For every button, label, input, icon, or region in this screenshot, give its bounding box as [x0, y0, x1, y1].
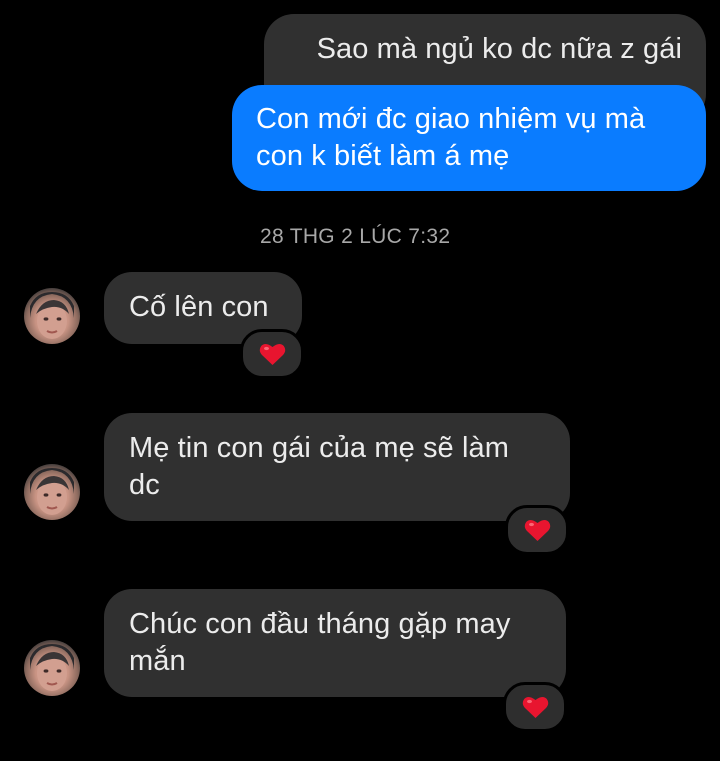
incoming-message-bubble[interactable]: Chúc con đầu tháng gặp may mắn — [104, 589, 566, 697]
incoming-message-bubble[interactable]: Mẹ tin con gái của mẹ sẽ làm dc — [104, 413, 570, 521]
message-reaction[interactable] — [503, 682, 567, 732]
outgoing-message-bubble[interactable]: Con mới đc giao nhiệm vụ mà con k biết l… — [232, 85, 706, 191]
heart-icon — [259, 343, 285, 365]
sender-avatar[interactable] — [24, 464, 80, 520]
avatar-photo — [30, 292, 74, 339]
heart-icon — [524, 519, 550, 541]
avatar-photo — [30, 468, 74, 515]
sender-avatar[interactable] — [24, 640, 80, 696]
sender-avatar[interactable] — [24, 288, 80, 344]
message-reaction[interactable] — [505, 505, 569, 555]
message-reaction[interactable] — [240, 329, 304, 379]
timestamp-label: 28 THG 2 LÚC 7:32 — [260, 225, 451, 248]
heart-icon — [522, 696, 548, 718]
avatar-photo — [30, 644, 74, 691]
